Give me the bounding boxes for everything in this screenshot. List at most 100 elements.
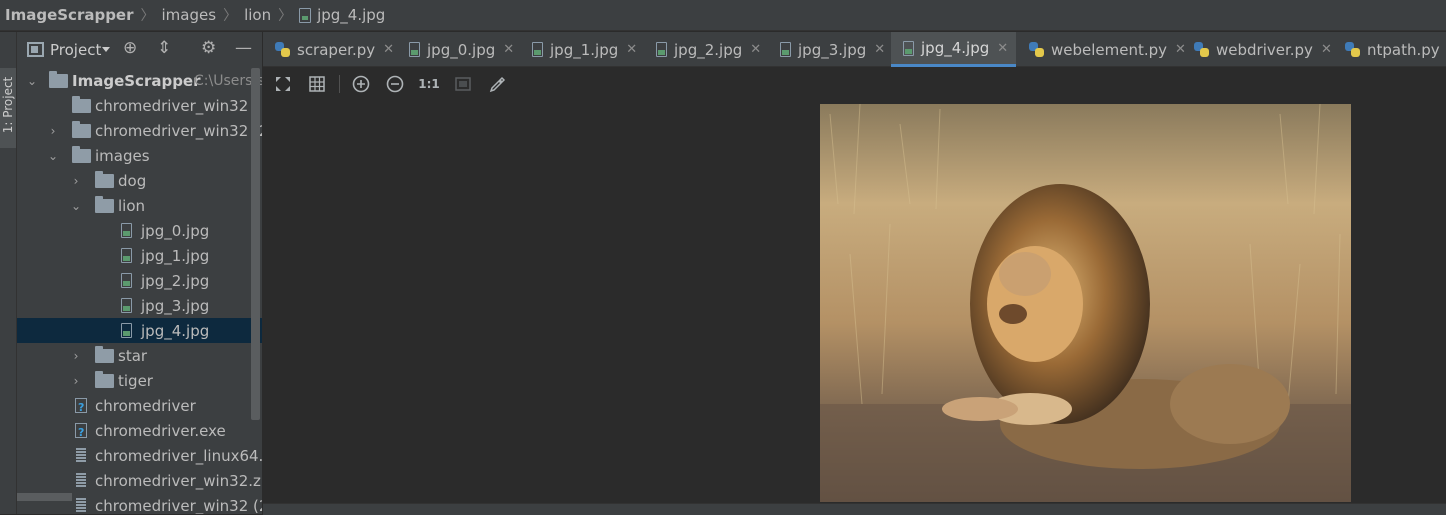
- close-icon[interactable]: ✕: [503, 42, 514, 57]
- vertical-scrollbar[interactable]: [251, 68, 260, 420]
- image-file-icon: [121, 223, 132, 238]
- chevron-down-icon[interactable]: ⌄: [71, 199, 81, 213]
- tree-item-label: chromedriver_win32 (2): [95, 121, 263, 140]
- tab-label: jpg_1.jpg: [550, 40, 619, 59]
- folder-icon: [95, 170, 114, 188]
- close-icon[interactable]: ✕: [750, 42, 761, 57]
- tree-item-label: tiger: [118, 371, 153, 390]
- breadcrumb: ImageScrapper 〉 images 〉 lion 〉 jpg_4.jp…: [0, 0, 1446, 31]
- tree-item[interactable]: chromedriver.exe: [17, 418, 262, 443]
- grid-icon[interactable]: [306, 73, 328, 95]
- chevron-right-icon[interactable]: ›: [71, 349, 81, 363]
- tree-item-label: jpg_0.jpg: [141, 221, 210, 240]
- close-icon[interactable]: ✕: [997, 41, 1008, 56]
- tab-label: webelement.py: [1051, 40, 1168, 59]
- tree-item[interactable]: jpg_3.jpg: [17, 293, 262, 318]
- status-bar: [263, 503, 1446, 515]
- project-panel: Project ⊕ ⇕ ⚙ — ⌄ ImageScrapper C:\Users…: [17, 32, 263, 514]
- tree-item-label: chromedriver_win32: [95, 96, 249, 115]
- tree-item[interactable]: ⌄ lion: [17, 193, 262, 218]
- folder-icon: [49, 70, 68, 88]
- tree-item[interactable]: ⌄ images: [17, 143, 262, 168]
- image-file-icon: [121, 248, 132, 263]
- actual-size-button[interactable]: 1:1: [418, 73, 440, 95]
- tree-item[interactable]: › dog: [17, 168, 262, 193]
- tree-item[interactable]: › chromedriver_win32 (2): [17, 118, 262, 143]
- background-icon: [452, 73, 474, 95]
- tab-label: ntpath.py: [1367, 40, 1440, 59]
- image-file-icon: [121, 273, 132, 288]
- python-icon: [275, 41, 291, 58]
- chevron-right-icon[interactable]: ›: [71, 174, 81, 188]
- tree-item[interactable]: chromedriver_linux64.zi: [17, 443, 262, 468]
- tree-item[interactable]: chromedriver_win32: [17, 93, 262, 118]
- tab-jpg-0[interactable]: jpg_0.jpg ✕: [409, 32, 514, 67]
- python-icon: [1345, 41, 1361, 58]
- tree-item[interactable]: jpg_2.jpg: [17, 268, 262, 293]
- breadcrumb-images[interactable]: images: [162, 6, 217, 24]
- locate-icon[interactable]: ⊕: [123, 38, 137, 58]
- tree-item-label: jpg_2.jpg: [141, 271, 210, 290]
- tree-item[interactable]: › tiger: [17, 368, 262, 393]
- tree-item-selected[interactable]: jpg_4.jpg: [17, 318, 262, 343]
- breadcrumb-file[interactable]: jpg_4.jpg: [317, 6, 385, 24]
- project-view-selector[interactable]: Project: [50, 41, 101, 59]
- tree-item-root[interactable]: ⌄ ImageScrapper C:\Users\s: [17, 68, 262, 93]
- tree-item[interactable]: jpg_1.jpg: [17, 243, 262, 268]
- image-file-icon: [409, 42, 420, 57]
- tree-item-label: ImageScrapper: [72, 71, 201, 90]
- breadcrumb-project[interactable]: ImageScrapper: [5, 6, 134, 24]
- tree-item-label: lion: [118, 196, 146, 215]
- editor-tab-bar: scraper.py ✕ jpg_0.jpg ✕ jpg_1.jpg ✕ jpg…: [263, 32, 1446, 67]
- tree-item-label: chromedriver_win32.zip: [95, 471, 263, 490]
- close-icon[interactable]: ✕: [1175, 42, 1186, 57]
- image-canvas[interactable]: [263, 101, 1446, 503]
- breadcrumb-separator-icon: 〉: [140, 8, 155, 24]
- breadcrumb-lion[interactable]: lion: [244, 6, 271, 24]
- tab-label: scraper.py: [297, 40, 376, 59]
- tree-item[interactable]: jpg_0.jpg: [17, 218, 262, 243]
- color-picker-icon[interactable]: [486, 73, 508, 95]
- tab-jpg-4[interactable]: jpg_4.jpg ✕: [891, 32, 1016, 67]
- chevron-down-icon[interactable]: ⌄: [48, 149, 58, 163]
- tab-ntpath-py[interactable]: ntpath.py ✕: [1345, 32, 1446, 67]
- zoom-out-icon[interactable]: [384, 73, 406, 95]
- image-file-icon: [532, 42, 543, 57]
- tab-webelement-py[interactable]: webelement.py ✕: [1029, 32, 1186, 67]
- horizontal-scrollbar[interactable]: [17, 493, 72, 501]
- tree-item-label: chromedriver: [95, 396, 196, 415]
- tree-item-label: chromedriver_linux64.zi: [95, 446, 263, 465]
- tree-item[interactable]: chromedriver_win32.zip: [17, 468, 262, 493]
- archive-icon: [76, 498, 86, 513]
- gear-icon[interactable]: ⚙: [201, 38, 216, 58]
- image-file-icon: [780, 42, 791, 57]
- close-icon[interactable]: ✕: [874, 42, 885, 57]
- tab-jpg-1[interactable]: jpg_1.jpg ✕: [532, 32, 637, 67]
- breadcrumb-separator-icon: 〉: [278, 8, 293, 24]
- project-view-icon: [27, 42, 44, 57]
- close-icon[interactable]: ✕: [1321, 42, 1332, 57]
- tab-webdriver-py[interactable]: webdriver.py ✕: [1194, 32, 1332, 67]
- collapse-all-icon[interactable]: ⇕: [157, 38, 171, 58]
- tree-item-label: star: [118, 346, 148, 365]
- close-icon[interactable]: ✕: [626, 42, 637, 57]
- project-tool-window-button[interactable]: 1: Project: [0, 68, 16, 148]
- tab-jpg-2[interactable]: jpg_2.jpg ✕: [656, 32, 761, 67]
- hide-panel-icon[interactable]: —: [235, 38, 252, 58]
- tree-item[interactable]: chromedriver: [17, 393, 262, 418]
- chevron-right-icon[interactable]: ›: [48, 124, 58, 138]
- archive-icon: [76, 473, 86, 488]
- chevron-right-icon[interactable]: ›: [71, 374, 81, 388]
- image-file-icon: [299, 7, 312, 23]
- tab-jpg-3[interactable]: jpg_3.jpg ✕: [780, 32, 885, 67]
- folder-icon: [95, 195, 114, 213]
- tab-scraper-py[interactable]: scraper.py ✕: [275, 32, 394, 67]
- tab-label: webdriver.py: [1216, 40, 1313, 59]
- fit-to-window-icon[interactable]: [272, 73, 294, 95]
- chevron-down-icon[interactable]: ⌄: [27, 74, 37, 88]
- zoom-in-icon[interactable]: [350, 73, 372, 95]
- tree-item[interactable]: › star: [17, 343, 262, 368]
- project-tree: ⌄ ImageScrapper C:\Users\s chromedriver_…: [17, 68, 262, 514]
- close-icon[interactable]: ✕: [383, 42, 394, 57]
- chevron-down-icon[interactable]: [102, 47, 111, 52]
